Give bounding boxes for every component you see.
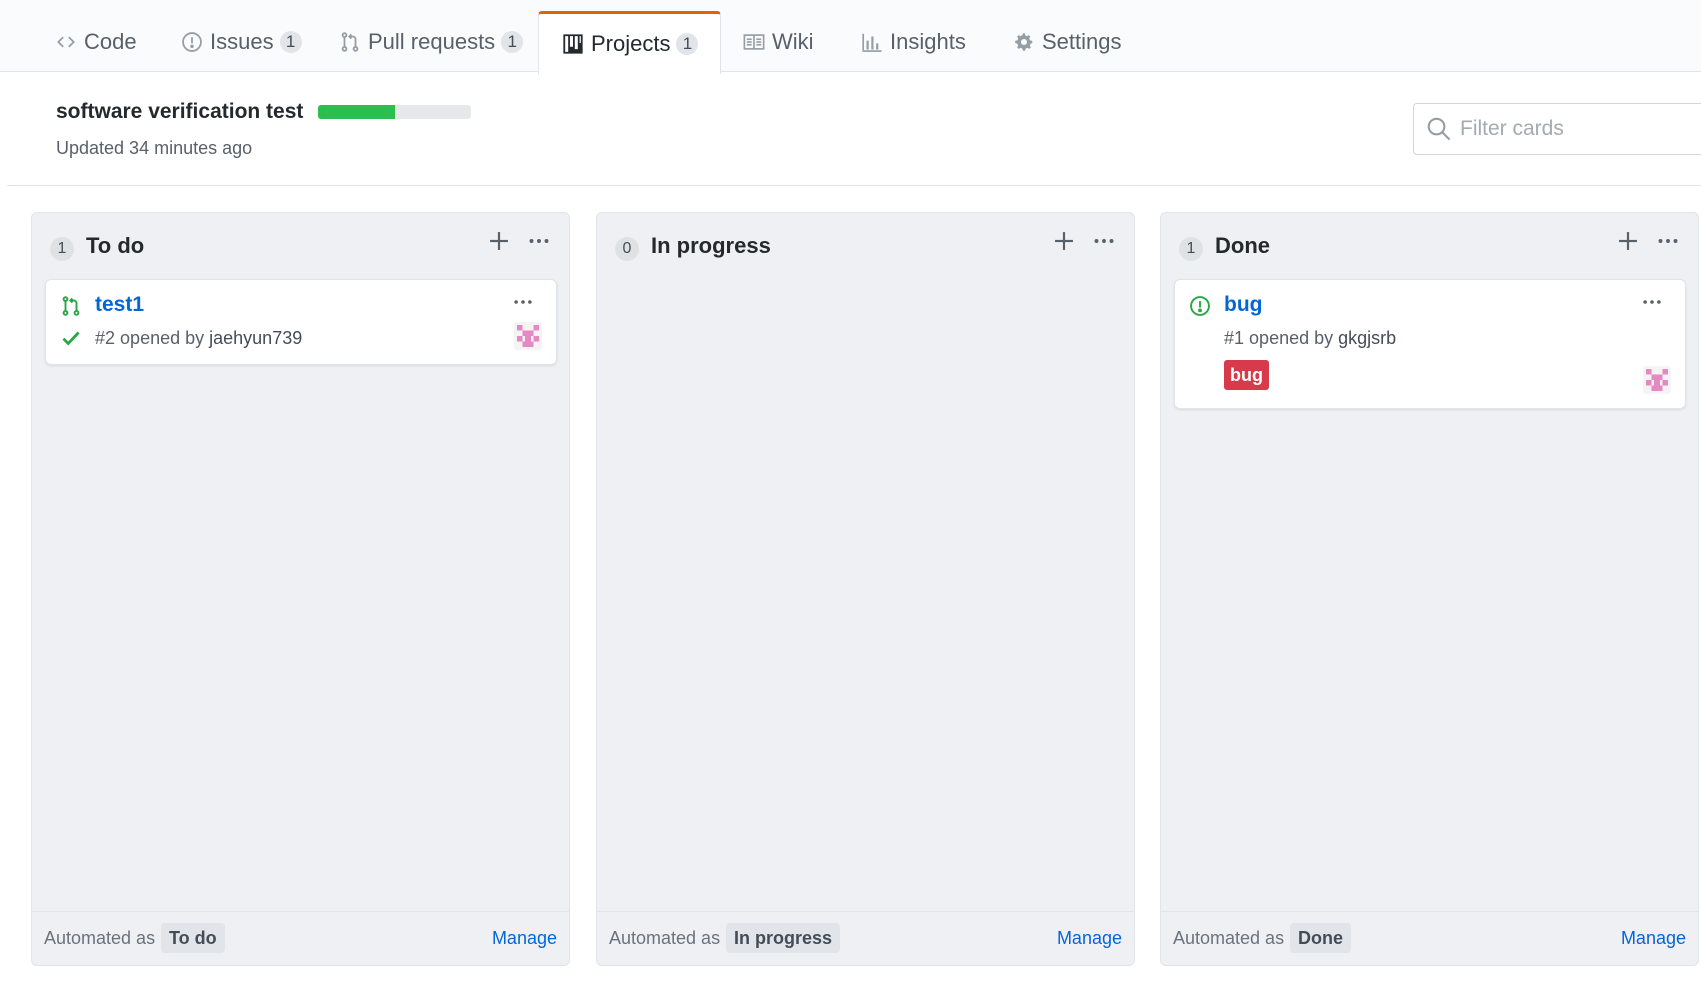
plus-icon [1055,232,1073,250]
filter-cards-input[interactable] [1460,117,1700,141]
tab-label: Wiki [772,28,814,54]
column-automation-footer: Automated as Done Manage [1161,911,1698,965]
identicon-avatar-icon [514,322,542,350]
kebab-horizontal-icon [529,239,549,243]
issue-label-bug[interactable]: bug [1224,360,1269,390]
code-icon [54,30,78,54]
project-icon [561,32,585,56]
project-column-done: 1 Done bug #1 opened by gkgjsrb bug Auto… [1160,212,1699,966]
pull-requests-counter: 1 [501,30,524,53]
column-header: 1 To do [32,213,569,277]
card-author[interactable]: jaehyun739 [209,328,302,348]
issue-opened-icon [180,30,204,54]
git-pull-request-icon [338,30,362,54]
card-opened-by: opened by [1249,328,1334,348]
project-progress-bar [318,105,471,119]
project-card-issue[interactable]: bug #1 opened by gkgjsrb bug [1174,279,1686,409]
project-card-pull-request[interactable]: test1 #2 opened by jaehyun739 [45,279,557,365]
tab-label: Projects [591,31,671,56]
tab-label: Settings [1042,28,1122,54]
card-meta: #1 opened by gkgjsrb [1224,328,1396,349]
projects-counter: 1 [676,33,699,55]
column-card-count: 1 [1179,237,1203,261]
avatar[interactable] [514,322,542,350]
book-icon [742,30,766,54]
header-divider [7,185,1701,186]
column-automation-footer: Automated as In progress Manage [597,911,1134,965]
column-automation-footer: Automated as To do Manage [32,911,569,965]
tab-issues[interactable]: Issues 1 [180,11,302,72]
column-header: 1 Done [1161,213,1698,277]
project-updated-time: Updated 34 minutes ago [56,138,253,158]
column-name: To do [86,233,145,258]
kebab-horizontal-icon [1643,300,1661,304]
manage-automation-link[interactable]: Manage [492,928,557,949]
column-name: Done [1215,233,1270,258]
issues-counter: 1 [279,30,302,53]
repo-nav-tabs: Code Issues 1 Pull requests 1 Projects 1… [0,0,1701,74]
add-card-button[interactable] [485,227,513,255]
automation-preset-badge: In progress [726,923,841,953]
automation-preset-badge: Done [1290,923,1351,953]
kebab-horizontal-icon [1094,239,1114,243]
manage-automation-link[interactable]: Manage [1621,928,1686,949]
column-name: In progress [651,233,771,258]
column-header: 0 In progress [597,213,1134,277]
column-menu-button[interactable] [525,227,553,255]
automated-as-label: Automated as [609,928,721,948]
progress-fill [318,105,395,119]
kebab-horizontal-icon [514,300,532,304]
project-title: software verification test [56,100,304,123]
tab-label: Pull requests [368,28,496,54]
tab-projects[interactable]: Projects 1 [538,11,722,74]
issue-opened-icon [1189,295,1211,317]
tab-settings[interactable]: Settings [1012,11,1122,72]
card-number: #1 [1224,328,1245,348]
card-menu-button[interactable] [1637,290,1667,314]
tab-code[interactable]: Code [54,11,137,72]
automation-preset-badge: To do [161,923,225,953]
filter-cards-field [1413,103,1701,155]
git-pull-request-icon [60,295,82,317]
project-column-in-progress: 0 In progress Automated as In progress M… [596,212,1135,966]
tab-label: Issues [210,28,274,54]
card-title-link[interactable]: test1 [95,293,144,317]
column-menu-button[interactable] [1090,227,1118,255]
automated-as-label: Automated as [44,928,156,948]
card-meta: #2 opened by jaehyun739 [95,328,302,349]
check-icon [60,327,82,349]
column-menu-button[interactable] [1654,227,1682,255]
tab-pull-requests[interactable]: Pull requests 1 [338,11,524,72]
manage-automation-link[interactable]: Manage [1057,928,1122,949]
tab-label: Code [84,28,137,54]
card-number: #2 [95,328,116,348]
gear-icon [1012,30,1036,54]
card-author[interactable]: gkgjsrb [1338,328,1396,348]
automated-as-label: Automated as [1173,928,1285,948]
tab-wiki[interactable]: Wiki [742,11,814,72]
column-card-count: 0 [615,237,639,261]
identicon-avatar-icon [1643,366,1671,394]
plus-icon [1619,232,1637,250]
kebab-horizontal-icon [1658,239,1678,243]
tab-insights[interactable]: Insights [860,11,966,72]
add-card-button[interactable] [1614,227,1642,255]
project-column-todo: 1 To do test1 #2 opened by jaehyun739 Au… [31,212,570,966]
tab-label: Insights [890,28,966,54]
column-card-count: 1 [50,237,74,261]
search-icon [1426,116,1452,142]
plus-icon [490,232,508,250]
graph-icon [860,30,884,54]
card-title-link[interactable]: bug [1224,293,1262,317]
avatar[interactable] [1643,366,1671,394]
add-card-button[interactable] [1050,227,1078,255]
card-opened-by: opened by [120,328,205,348]
card-menu-button[interactable] [508,290,538,314]
